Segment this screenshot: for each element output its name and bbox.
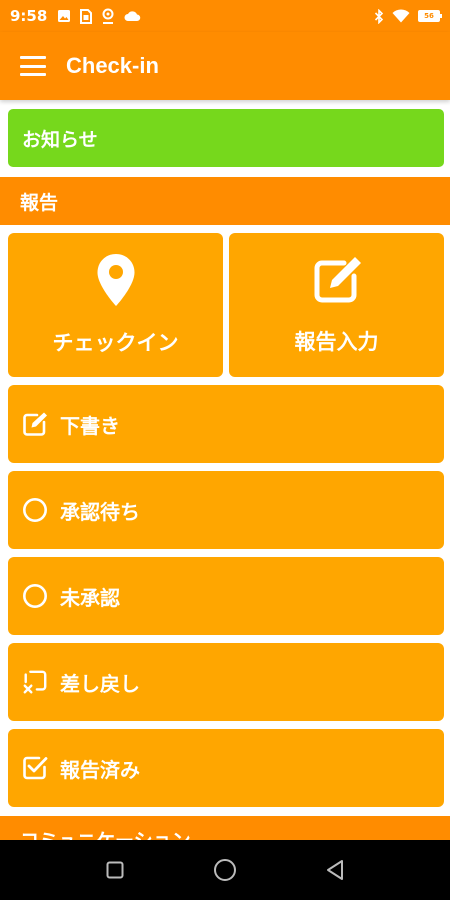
drafts-button[interactable]: 下書き xyxy=(8,385,444,463)
section-title-communication: コミュニケーション xyxy=(20,826,191,840)
returned-icon xyxy=(22,669,48,695)
notice-button[interactable]: お知らせ xyxy=(8,109,444,167)
checked-box-icon xyxy=(22,755,48,781)
hamburger-menu-icon[interactable] xyxy=(20,56,46,76)
battery-icon: 56 xyxy=(418,10,442,22)
location-icon xyxy=(101,8,115,24)
drafts-label: 下書き xyxy=(60,413,120,438)
system-nav-bar xyxy=(0,840,450,900)
checkin-label: チェックイン xyxy=(52,331,179,355)
section-header-communication: コミュニケーション xyxy=(0,816,450,840)
status-bar: 9:58 56 xyxy=(0,0,450,32)
app-bar: Check-in xyxy=(0,32,450,100)
sim-icon xyxy=(80,8,93,24)
reported-button[interactable]: 報告済み xyxy=(8,729,444,807)
unapproved-button[interactable]: 未承認 xyxy=(8,557,444,635)
home-icon[interactable] xyxy=(205,850,245,890)
recent-apps-icon[interactable] xyxy=(95,850,135,890)
wifi-icon xyxy=(392,9,410,23)
returned-label: 差し戻し xyxy=(60,671,140,696)
back-icon[interactable] xyxy=(315,850,355,890)
main-content: お知らせ 報告 チェックイン 報告入力 下書き 承認待ち 未承認 差し戻し 報告… xyxy=(0,100,450,840)
edit-icon xyxy=(22,411,48,437)
section-header-report: 報告 xyxy=(0,177,450,225)
cloud-icon xyxy=(124,10,141,22)
location-pin-icon xyxy=(96,253,136,311)
status-time: 9:58 xyxy=(10,7,48,25)
report-input-button[interactable]: 報告入力 xyxy=(229,233,444,377)
pending-approval-label: 承認待ち xyxy=(60,499,140,524)
edit-icon xyxy=(311,254,363,310)
report-input-label: 報告入力 xyxy=(294,330,379,354)
bluetooth-icon xyxy=(374,8,384,24)
checkin-button[interactable]: チェックイン xyxy=(8,233,223,377)
image-icon xyxy=(57,9,71,23)
circle-icon xyxy=(22,583,48,609)
circle-icon xyxy=(22,497,48,523)
pending-approval-button[interactable]: 承認待ち xyxy=(8,471,444,549)
app-title: Check-in xyxy=(66,53,159,78)
notice-label: お知らせ xyxy=(22,128,98,151)
unapproved-label: 未承認 xyxy=(60,585,120,610)
section-title-report: 報告 xyxy=(20,191,59,214)
returned-button[interactable]: 差し戻し xyxy=(8,643,444,721)
reported-label: 報告済み xyxy=(60,757,140,782)
battery-level: 56 xyxy=(424,12,434,20)
